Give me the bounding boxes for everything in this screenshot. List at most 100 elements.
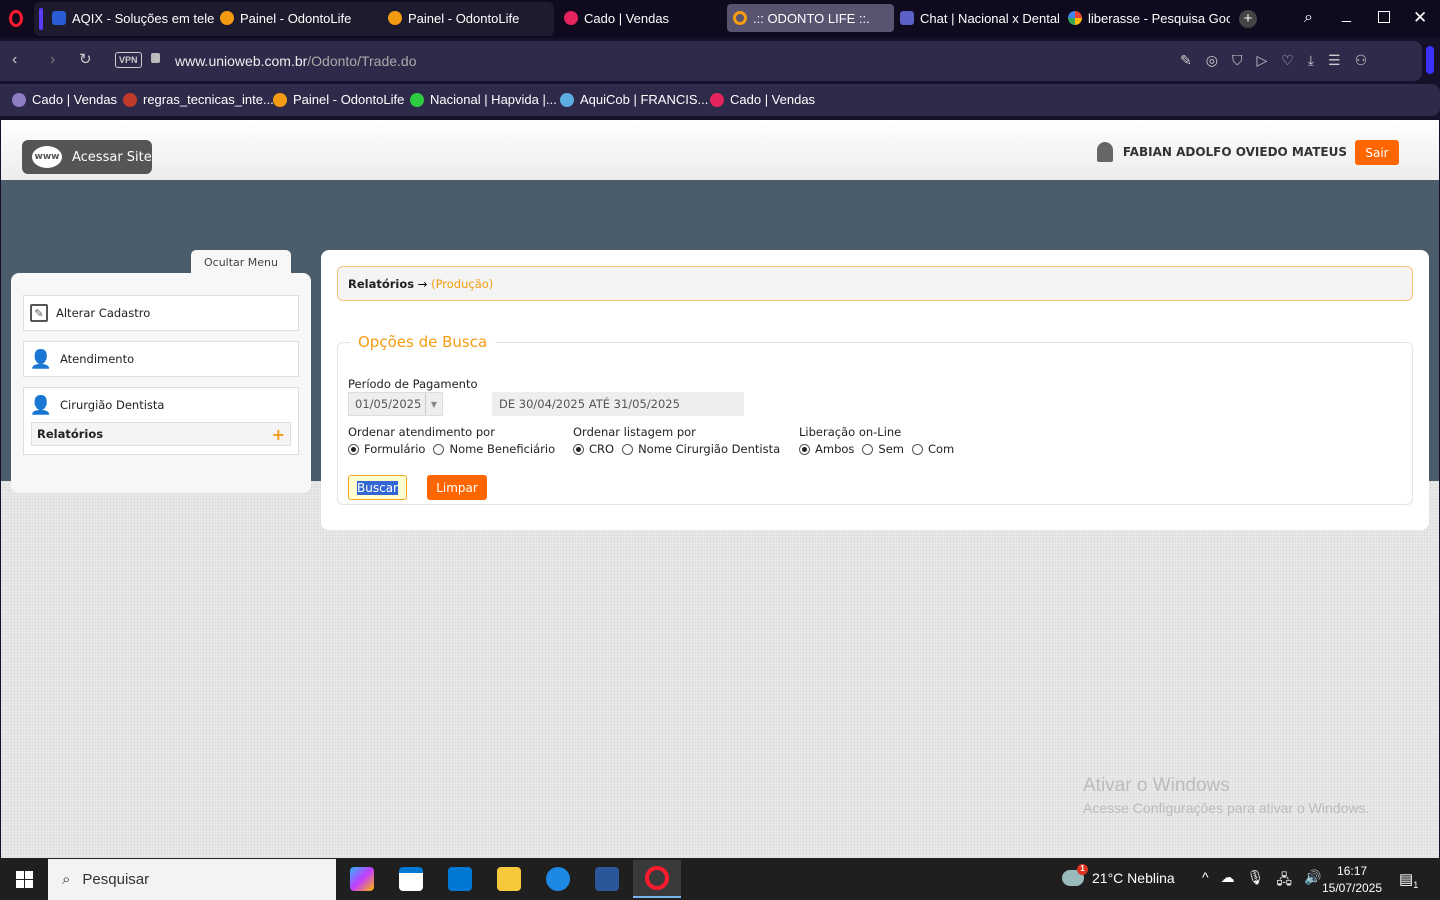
period-select[interactable]: 01/05/2025 ▼ [348,392,443,416]
bookmark-cado-2[interactable]: Cado | Vendas [710,92,815,107]
adblock-shield-icon[interactable]: ⛉ [1232,52,1243,69]
url-field[interactable]: www.unioweb.com.br/Odonto/Trade.do [175,53,417,69]
weather-widget[interactable]: 1 21°C Neblina [1062,864,1175,886]
send-icon[interactable]: ▷ [1256,52,1267,69]
opera-icon [645,866,669,890]
back-button[interactable]: ‹ [12,51,17,69]
radio-nome-cirurgiao[interactable]: Nome Cirurgião Dentista [622,442,780,456]
onedrive-icon[interactable]: ☁ [1221,869,1235,893]
network-icon[interactable]: 🖧 [1276,869,1292,893]
vpn-badge[interactable]: VPN [115,52,142,68]
menu-item-atendimento[interactable]: 👤 Atendimento [23,341,299,377]
opera-app[interactable] [633,860,681,898]
close-window-button[interactable]: ✕ [1413,8,1427,28]
clock[interactable]: 16:17 15/07/2025 [1322,863,1382,897]
expand-plus-icon[interactable]: + [272,425,285,444]
order-list-group: Ordenar listagem por CRO Nome Cirurgião D… [573,425,781,456]
menu-item-alterar-cadastro[interactable]: ✎ Alterar Cadastro [23,295,299,331]
radio-nome-beneficiario[interactable]: Nome Beneficiário [433,442,555,456]
tab-cado[interactable]: Cado | Vendas [558,4,723,32]
clear-button[interactable]: Limpar [427,475,487,500]
sidebar-toggle[interactable] [1426,46,1434,74]
radio-ambos[interactable]: Ambos [799,442,854,456]
aquicob-icon [560,92,574,107]
hapvida-icon [410,92,424,107]
chevron-up-icon[interactable]: ^ [1202,869,1209,893]
search-options: Opções de Busca Período de Pagamento 01/… [337,333,1413,505]
radio-formulario[interactable]: Formulário [348,442,425,456]
user-icon [1096,142,1113,162]
reload-button[interactable]: ↻ [79,50,92,68]
menu-item-cirurgiao-dentista[interactable]: 👤 Cirurgião Dentista Relatórios + [23,387,299,455]
bookmark-aquicob[interactable]: AquiCob | FRANCIS... [560,92,708,107]
snapshot-edit-icon[interactable]: ✎ [1180,52,1192,69]
bookmark-regras[interactable]: regras_tecnicas_inte... [123,92,274,107]
odontolife-icon [220,11,234,25]
side-menu: ✎ Alterar Cadastro 👤 Atendimento 👤 Cirurgiã… [11,273,311,493]
tab-odonto-life-active[interactable]: .:: ODONTO LIFE ::. [727,4,894,32]
search-tabs-icon[interactable]: ⌕ [1304,9,1313,27]
chat-person-icon: 👤 [29,348,53,370]
restore-button[interactable] [1378,11,1390,23]
new-tab-button[interactable]: + [1239,10,1257,28]
windows-taskbar: ⌕ Pesquisar 1 21°C Neblina ^ ☁ 🎙 🖧 🔊 16:17 15/0… [0,858,1440,900]
period-label: Período de Pagamento [348,377,478,391]
google-icon [1068,11,1082,25]
hide-menu-tab[interactable]: Ocultar Menu [191,250,291,274]
cado-icon [710,92,724,107]
camera-icon[interactable]: ◎ [1206,52,1218,69]
radio-sem[interactable]: Sem [862,442,904,456]
forward-button[interactable]: › [50,51,55,69]
lock-icon[interactable] [151,53,160,63]
site-header: www Acessar Site FABIAN ADOLFO OVIEDO MAT… [1,120,1439,180]
volume-icon[interactable]: 🔊 [1304,869,1321,893]
minimize-button[interactable]: _ [1342,6,1351,24]
word-app[interactable] [583,860,631,898]
odontolife-icon [733,11,747,25]
radio-com[interactable]: Com [911,442,954,456]
radio-cro[interactable]: CRO [573,442,614,456]
browser-tab-bar: AQIX - Soluções em telefo Painel - Odont… [0,0,1440,38]
bookmark-nacional[interactable]: Nacional | Hapvida |... [410,92,557,107]
opera-logo-icon[interactable] [9,10,23,27]
search-options-legend: Opções de Busca [358,333,488,351]
word-icon [595,867,619,891]
tab-teams-chat[interactable]: Chat | Nacional x Dental | I [894,4,1062,32]
phone-app[interactable] [534,860,582,898]
cado-icon [564,11,578,25]
period-range-field: DE 30/04/2025 ATÉ 31/05/2025 [492,392,744,416]
odontolife-icon [388,11,402,25]
store-app[interactable] [387,860,435,898]
tab-google[interactable]: liberasse - Pesquisa Googl [1062,4,1230,32]
search-button[interactable]: Buscar [348,475,407,500]
tab-painel-1[interactable]: Painel - OdontoLife [214,4,382,32]
bookmark-cado[interactable]: Cado | Vendas [12,92,117,107]
heart-icon[interactable]: ♡ [1281,52,1294,69]
regras-icon [123,92,137,107]
explorer-app[interactable] [485,860,533,898]
tab-painel-2[interactable]: Painel - OdontoLife [382,4,550,32]
easy-setup-icon[interactable]: ☰ [1328,52,1341,69]
user-info: FABIAN ADOLFO OVIEDO MATEUS [1096,142,1347,162]
taskbar-search[interactable]: ⌕ Pesquisar [48,859,336,900]
copilot-app[interactable] [338,860,386,898]
content-panel: Relatórios → (Produção) Opções de Busca … [321,250,1429,530]
access-site-button[interactable]: www Acessar Site [22,140,152,174]
submenu-relatorios[interactable]: Relatórios + [31,422,291,446]
profile-icon[interactable]: ⚇ [1355,52,1368,69]
address-bar: ‹ › ↻ VPN www.unioweb.com.br/Odonto/Trad… [0,41,1422,81]
copilot-icon [350,867,374,891]
download-icon[interactable]: ⤓ [1308,52,1314,69]
folder-icon [497,867,521,891]
main-area: Ocultar Menu ✎ Alterar Cadastro 👤 Atendime… [1,180,1439,530]
outlook-app[interactable] [436,860,484,898]
tab-aqix[interactable]: AQIX - Soluções em telefo [46,4,214,32]
logout-button[interactable]: Sair [1355,140,1399,165]
tab-group-marker [39,8,43,30]
dentist-person-icon: 👤 [29,394,53,416]
bookmark-painel[interactable]: Painel - OdontoLife [273,92,404,107]
microphone-icon[interactable]: 🎙 [1247,869,1265,893]
windows-start-icon[interactable] [16,871,33,888]
notifications-icon[interactable]: ▤1 [1399,870,1418,890]
windows-activation-watermark: Ativar o Windows Acesse Configurações par… [1083,775,1370,816]
